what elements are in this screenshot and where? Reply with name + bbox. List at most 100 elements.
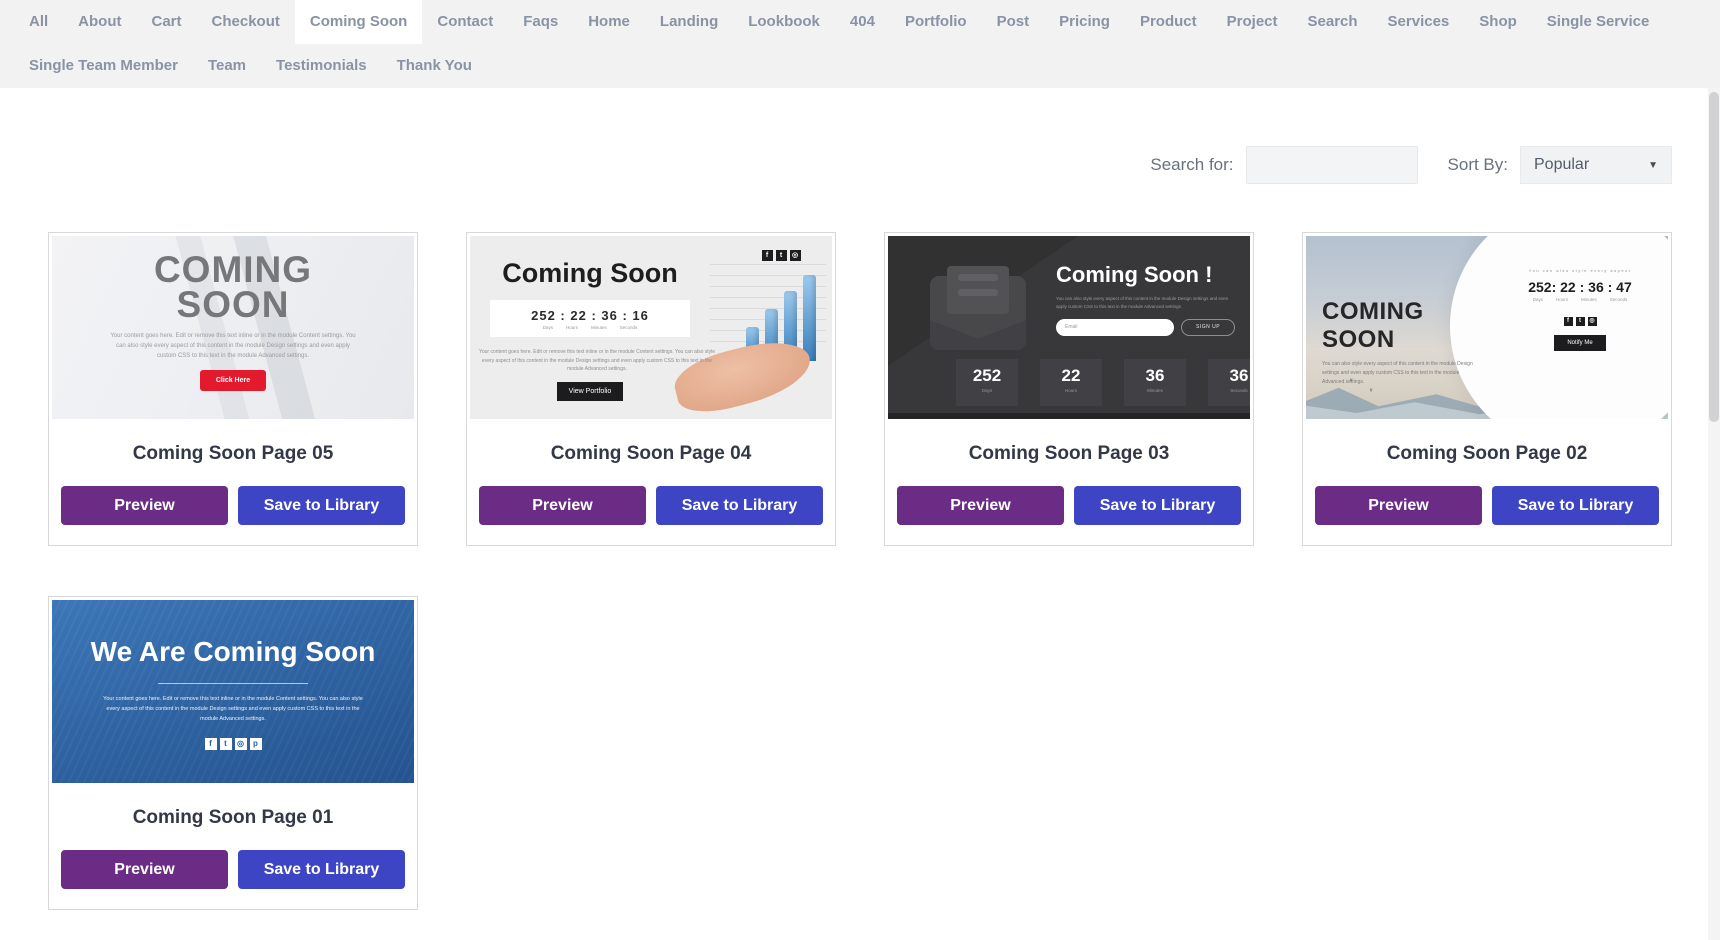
instagram-icon: ◎ — [1588, 317, 1597, 326]
layout-title: Coming Soon Page 01 — [49, 807, 417, 829]
category-tabs-row-2: Single Team MemberTeamTestimonialsThank … — [14, 44, 1720, 88]
search-label: Search for: — [1150, 155, 1233, 175]
tab-coming-soon[interactable]: Coming Soon — [295, 0, 423, 44]
social-icons: ft◎ — [760, 244, 802, 262]
tab-search[interactable]: Search — [1293, 0, 1373, 44]
layout-card-page-05: COMING SOON Your content goes here. Edit… — [48, 232, 418, 546]
thumb-heading: Coming Soon — [478, 258, 702, 289]
preview-button[interactable]: Preview — [479, 486, 646, 525]
thumb-cta-button: Click Here — [200, 370, 266, 391]
layout-title: Coming Soon Page 05 — [49, 443, 417, 465]
tab-testimonials[interactable]: Testimonials — [261, 44, 382, 88]
card-actions: Preview Save to Library — [49, 850, 417, 889]
layout-card-page-03: Coming Soon ! You can also style every a… — [884, 232, 1254, 546]
countdown-box: 252 : 22 : 36 : 16 DaysHours MinutesSeco… — [490, 300, 690, 337]
thumb-body-text: Your content goes here. Edit or remove t… — [478, 348, 716, 374]
card-actions: Preview Save to Library — [885, 486, 1253, 525]
thumb-cta-button: View Portfolio — [557, 382, 624, 401]
tab-single-team-member[interactable]: Single Team Member — [14, 44, 193, 88]
category-tabs-row-1: AllAboutCartCheckoutComing SoonContactFa… — [14, 0, 1720, 44]
countdown-values: 252: 22 : 36 : 47 — [1498, 279, 1662, 295]
layout-thumbnail-page-01[interactable]: We Are Coming Soon Your content goes her… — [52, 600, 414, 783]
layout-thumbnail-page-02[interactable]: ᵛ ᵛ You can also style every aspect 252:… — [1306, 236, 1668, 419]
tab-checkout[interactable]: Checkout — [197, 0, 295, 44]
sort-label: Sort By: — [1448, 155, 1508, 175]
chevron-down-icon: ▼ — [1648, 160, 1658, 171]
social-icons: ft◎p — [52, 733, 414, 751]
tab-landing[interactable]: Landing — [645, 0, 733, 44]
thumb-heading: COMING SOON — [1322, 298, 1494, 354]
preview-button[interactable]: Preview — [61, 486, 228, 525]
preview-button[interactable]: Preview — [897, 486, 1064, 525]
card-actions: Preview Save to Library — [1303, 486, 1671, 525]
tab-team[interactable]: Team — [193, 44, 261, 88]
tab-contact[interactable]: Contact — [422, 0, 508, 44]
save-to-library-button[interactable]: Save to Library — [238, 850, 405, 889]
tab-project[interactable]: Project — [1212, 0, 1293, 44]
thumb-heading: COMING SOON — [52, 252, 414, 322]
facebook-icon: f — [762, 250, 773, 261]
layout-thumbnail-page-05[interactable]: COMING SOON Your content goes here. Edit… — [52, 236, 414, 419]
save-to-library-button[interactable]: Save to Library — [1074, 486, 1241, 525]
search-input[interactable] — [1246, 146, 1418, 184]
signup-button: SIGN UP — [1181, 319, 1235, 336]
countdown-values: 252 : 22 : 36 : 16 — [490, 308, 690, 323]
sort-selected-value: Popular — [1534, 156, 1589, 174]
twitter-icon: t — [220, 738, 232, 750]
signup-form: Email SIGN UP — [1056, 319, 1238, 336]
tab-all[interactable]: All — [14, 0, 63, 44]
tab-services[interactable]: Services — [1373, 0, 1465, 44]
thumb-heading: Coming Soon ! — [1056, 262, 1238, 288]
scrollbar-thumb[interactable] — [1709, 92, 1719, 422]
tab-cart[interactable]: Cart — [137, 0, 197, 44]
tab-portfolio[interactable]: Portfolio — [890, 0, 982, 44]
twitter-icon: t — [1576, 317, 1585, 326]
preview-button[interactable]: Preview — [1315, 486, 1482, 525]
pinterest-icon: p — [250, 738, 262, 750]
email-field: Email — [1056, 319, 1174, 336]
tab-home[interactable]: Home — [573, 0, 645, 44]
layout-title: Coming Soon Page 02 — [1303, 443, 1671, 465]
save-to-library-button[interactable]: Save to Library — [238, 486, 405, 525]
instagram-icon: ◎ — [790, 250, 801, 261]
save-to-library-button[interactable]: Save to Library — [656, 486, 823, 525]
social-icons: ft◎ — [1498, 309, 1662, 327]
tab-about[interactable]: About — [63, 0, 136, 44]
thumb-body-text: You can also style every aspect of this … — [1322, 360, 1482, 387]
countdown-labels: DaysHours MinutesSeconds — [1498, 297, 1662, 302]
tab-lookbook[interactable]: Lookbook — [733, 0, 835, 44]
card-actions: Preview Save to Library — [467, 486, 835, 525]
layouts-grid: COMING SOON Your content goes here. Edit… — [48, 232, 1672, 910]
layout-thumbnail-page-04[interactable]: ft◎ Coming Soon 252 : 22 : 36 : 16 DaysH… — [470, 236, 832, 419]
tab-single-service[interactable]: Single Service — [1532, 0, 1665, 44]
tab-product[interactable]: Product — [1125, 0, 1212, 44]
facebook-icon: f — [1564, 317, 1573, 326]
tab-post[interactable]: Post — [982, 0, 1045, 44]
preview-button[interactable]: Preview — [61, 850, 228, 889]
save-to-library-button[interactable]: Save to Library — [1492, 486, 1659, 525]
envelope-icon — [930, 276, 1026, 350]
category-tabbar: AllAboutCartCheckoutComing SoonContactFa… — [0, 0, 1720, 88]
layout-card-page-02: ᵛ ᵛ You can also style every aspect 252:… — [1302, 232, 1672, 546]
tab-thank-you[interactable]: Thank You — [382, 44, 487, 88]
filter-controls: Search for: Sort By: Popular ▼ — [1150, 146, 1672, 184]
sort-select[interactable]: Popular ▼ — [1520, 146, 1672, 184]
thumb-heading: We Are Coming Soon — [52, 636, 414, 668]
tab-shop[interactable]: Shop — [1464, 0, 1532, 44]
thumb-body-text: Your content goes here. Edit or remove t… — [102, 695, 364, 725]
layout-card-page-01: We Are Coming Soon Your content goes her… — [48, 596, 418, 910]
thumb-body-text: Your content goes here. Edit or remove t… — [107, 332, 359, 362]
card-actions: Preview Save to Library — [49, 486, 417, 525]
circle-note: You can also style every aspect — [1498, 268, 1662, 273]
tab-404[interactable]: 404 — [835, 0, 890, 44]
notify-me-button: Notify Me — [1554, 335, 1605, 351]
layout-title: Coming Soon Page 04 — [467, 443, 835, 465]
twitter-icon: t — [776, 250, 787, 261]
countdown-row: 252Days 22Hours 36Minutes 36Seconds — [956, 359, 1250, 406]
tab-faqs[interactable]: Faqs — [508, 0, 573, 44]
layout-card-page-04: ft◎ Coming Soon 252 : 22 : 36 : 16 DaysH… — [466, 232, 836, 546]
scrollbar-track[interactable] — [1708, 88, 1720, 940]
layout-title: Coming Soon Page 03 — [885, 443, 1253, 465]
tab-pricing[interactable]: Pricing — [1044, 0, 1125, 44]
layout-thumbnail-page-03[interactable]: Coming Soon ! You can also style every a… — [888, 236, 1250, 419]
